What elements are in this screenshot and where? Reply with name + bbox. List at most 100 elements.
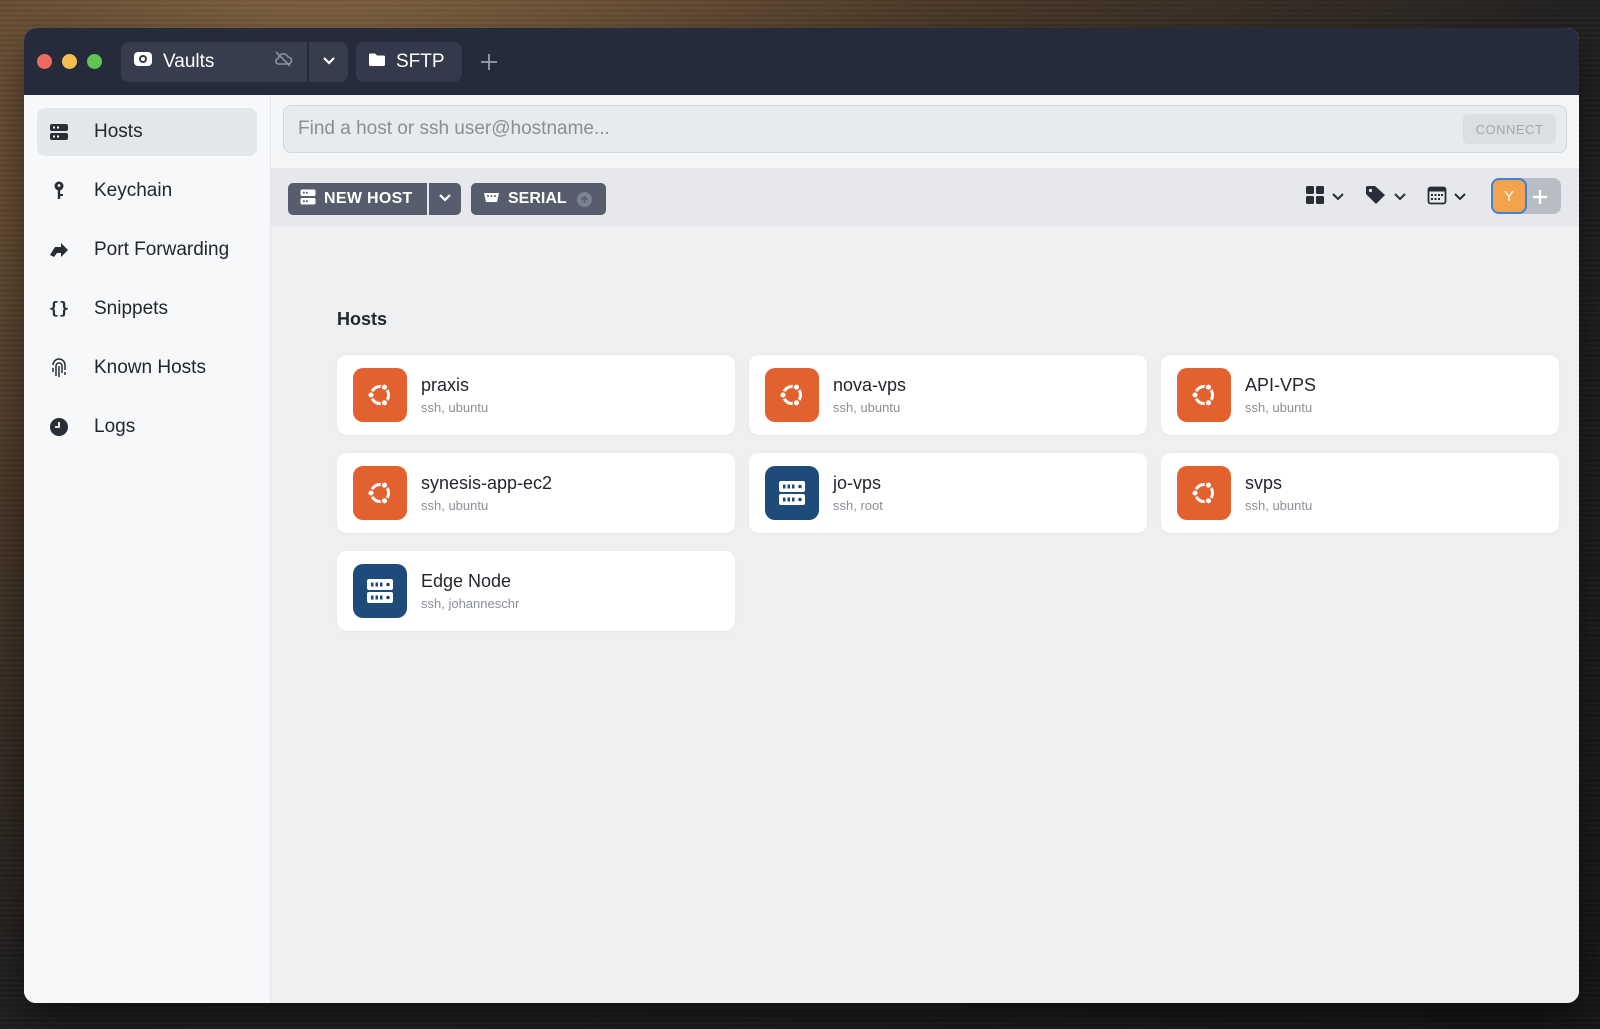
braces-icon: {} — [48, 299, 70, 319]
server-icon — [765, 466, 819, 520]
fingerprint-icon — [49, 358, 69, 378]
sidebar-item-label: Logs — [94, 416, 136, 437]
account-group: Y — [1491, 178, 1561, 214]
ubuntu-icon — [1177, 466, 1231, 520]
host-name: Edge Node — [421, 571, 512, 591]
layout-toggle-button[interactable] — [1305, 185, 1345, 210]
host-details: ssh, root — [833, 498, 883, 513]
search-input[interactable] — [284, 106, 1463, 152]
host-text: praxis ssh, ubuntu — [421, 375, 488, 415]
server-icon — [300, 189, 316, 210]
new-host-dropdown-button[interactable] — [428, 183, 461, 215]
sidebar-item-known-hosts[interactable]: Known Hosts — [37, 344, 257, 392]
section-title: Hosts — [337, 309, 388, 329]
calendar-icon — [1427, 185, 1447, 210]
sidebar-item-label: Snippets — [94, 298, 168, 319]
sidebar-item-port-forwarding[interactable]: Port Forwarding — [37, 226, 257, 274]
tab-vaults-label: Vaults — [163, 50, 215, 72]
grid-icon — [1305, 185, 1325, 210]
search-box: CONNECT — [283, 105, 1567, 153]
vault-icon — [133, 49, 153, 74]
new-host-button[interactable]: NEW HOST — [288, 183, 427, 215]
host-details: ssh, ubuntu — [421, 498, 489, 513]
host-card[interactable]: jo-vps ssh, root — [749, 453, 1147, 533]
new-host-label: NEW HOST — [324, 190, 413, 207]
host-text: API-VPS ssh, ubuntu — [1245, 375, 1316, 415]
tab-sftp[interactable]: SFTP — [356, 41, 462, 82]
host-card[interactable]: nova-vps ssh, ubuntu — [749, 355, 1147, 435]
host-text: svps ssh, ubuntu — [1245, 473, 1312, 513]
sort-button[interactable] — [1427, 185, 1467, 210]
close-window-button[interactable] — [37, 54, 52, 69]
chevron-down-icon — [438, 190, 452, 208]
minimize-window-button[interactable] — [62, 54, 77, 69]
host-card[interactable]: praxis ssh, ubuntu — [337, 355, 735, 435]
zoom-window-button[interactable] — [87, 54, 102, 69]
tag-filter-button[interactable] — [1365, 185, 1407, 210]
ubuntu-icon — [765, 368, 819, 422]
sidebar-item-label: Known Hosts — [94, 357, 206, 378]
host-text: synesis-app-ec2 ssh, ubuntu — [421, 473, 552, 513]
titlebar: Vaults SFTP — [24, 28, 1579, 95]
host-card[interactable]: Edge Node ssh, johanneschr — [337, 551, 735, 631]
hosts-icon — [49, 122, 69, 142]
host-details: ssh, ubuntu — [1245, 400, 1313, 415]
serial-label: SERIAL — [508, 190, 567, 207]
port-forwarding-icon — [49, 240, 69, 260]
ubuntu-icon — [353, 466, 407, 520]
sidebar-item-keychain[interactable]: Keychain — [37, 167, 257, 215]
host-card[interactable]: svps ssh, ubuntu — [1161, 453, 1559, 533]
clock-icon — [49, 417, 69, 437]
host-name: jo-vps — [833, 473, 882, 493]
tag-icon — [1365, 185, 1387, 210]
cloud-off-icon — [273, 51, 293, 72]
server-icon — [353, 564, 407, 618]
host-details: ssh, ubuntu — [1245, 498, 1313, 513]
sidebar-item-hosts[interactable]: Hosts — [37, 108, 257, 156]
view-controls — [1305, 185, 1467, 210]
sidebar-item-label: Hosts — [94, 121, 143, 142]
host-text: jo-vps ssh, root — [833, 473, 883, 513]
connect-button[interactable]: CONNECT — [1463, 114, 1556, 144]
avatar[interactable]: Y — [1491, 178, 1527, 214]
traffic-lights — [37, 54, 102, 69]
host-text: nova-vps ssh, ubuntu — [833, 375, 906, 415]
sidebar-item-snippets[interactable]: {} Snippets — [37, 285, 257, 333]
sidebar-item-label: Keychain — [94, 180, 173, 201]
host-name: nova-vps — [833, 375, 907, 395]
host-details: ssh, ubuntu — [833, 400, 901, 415]
main-content: Hosts praxis ssh, ubuntu nova-vps ssh, ubu… — [271, 226, 1579, 1003]
host-text: Edge Node ssh, johanneschr — [421, 571, 519, 611]
host-name: API-VPS — [1245, 375, 1317, 395]
upgrade-arrow-icon — [576, 191, 592, 207]
toolbar: NEW HOST SERIAL Y — [271, 168, 1579, 226]
sidebar-item-label: Port Forwarding — [94, 239, 230, 260]
host-name: praxis — [421, 375, 470, 395]
sidebar: Hosts Keychain Port Forwarding {} Snippe… — [24, 95, 271, 1003]
app-window: Vaults SFTP Hosts Keychain Port Forwardi… — [24, 28, 1579, 1003]
tab-vaults[interactable]: Vaults — [121, 41, 307, 82]
host-card[interactable]: synesis-app-ec2 ssh, ubuntu — [337, 453, 735, 533]
host-card[interactable]: API-VPS ssh, ubuntu — [1161, 355, 1559, 435]
new-host-button-group: NEW HOST — [288, 183, 461, 215]
new-tab-button[interactable] — [480, 48, 498, 76]
folder-icon — [368, 52, 386, 72]
host-name: svps — [1245, 473, 1283, 493]
host-grid: praxis ssh, ubuntu nova-vps ssh, ubuntu AP… — [337, 355, 1559, 631]
key-icon — [49, 181, 69, 201]
vaults-dropdown-button[interactable] — [309, 41, 348, 82]
serial-port-icon — [483, 190, 500, 209]
chevron-down-icon — [1453, 189, 1467, 207]
ubuntu-icon — [1177, 368, 1231, 422]
host-details: ssh, johanneschr — [421, 596, 520, 611]
plus-icon — [480, 46, 498, 77]
sidebar-item-logs[interactable]: Logs — [37, 403, 257, 451]
serial-button[interactable]: SERIAL — [471, 183, 606, 215]
chevron-down-icon — [1331, 189, 1345, 207]
plus-icon — [1532, 181, 1548, 212]
chevron-down-icon — [322, 53, 336, 71]
ubuntu-icon — [353, 368, 407, 422]
chevron-down-icon — [1393, 189, 1407, 207]
tab-sftp-label: SFTP — [396, 50, 445, 72]
host-details: ssh, ubuntu — [421, 400, 489, 415]
